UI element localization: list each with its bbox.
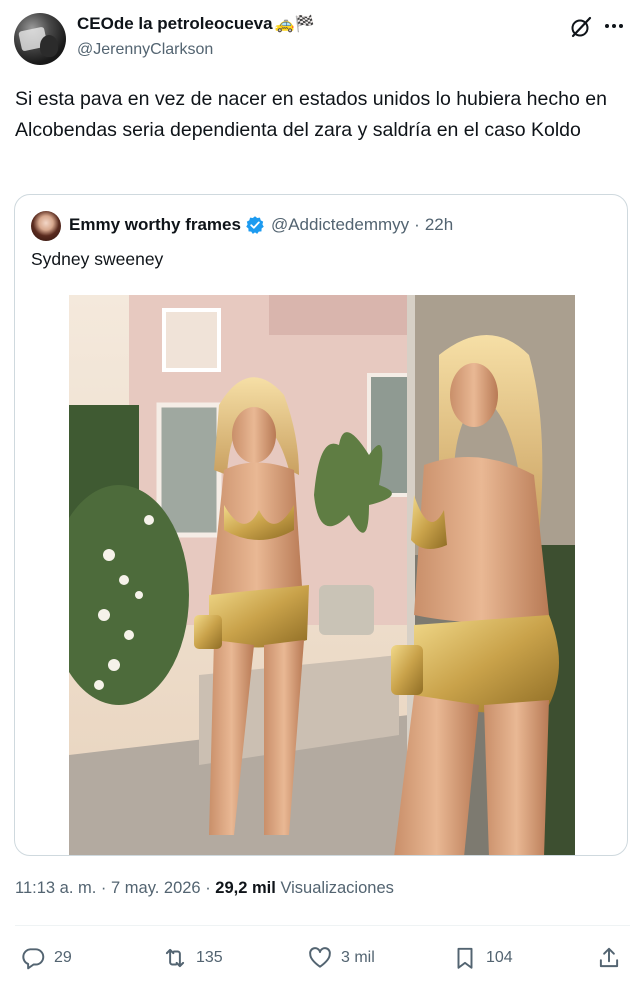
tweet-text: Si esta pava en vez de nacer en estados … (15, 88, 607, 141)
repost-count: 135 (196, 949, 223, 966)
quoted-timestamp: 22h (424, 215, 454, 234)
quoted-author-handle: @Addictedemmyy (270, 215, 410, 234)
views-label: Visualizaciones (280, 879, 394, 897)
author-handle[interactable]: @JerennyClarkson (77, 41, 213, 59)
photo-illustration (69, 295, 575, 855)
verified-badge-icon (246, 216, 264, 234)
reply-icon (22, 948, 45, 970)
quoted-separator: · (414, 215, 420, 234)
share-button[interactable] (596, 944, 630, 972)
author-name[interactable]: CEOde la petroleocueva 🚕🏁 (77, 14, 314, 34)
heart-icon (309, 947, 331, 968)
divider (15, 925, 630, 926)
repost-icon (165, 948, 185, 968)
quoted-header: Emmy worthy frames @Addictedemmyy · 22h (69, 215, 453, 235)
bookmark-icon (457, 947, 473, 969)
share-icon (599, 947, 619, 968)
meta-separator: · (100, 879, 107, 897)
quoted-text: Sydney sweeney (31, 249, 164, 269)
quoted-photo[interactable] (69, 295, 575, 855)
quoted-author-avatar (31, 211, 61, 241)
quoted-tweet[interactable]: Emmy worthy frames @Addictedemmyy · 22h … (14, 194, 628, 856)
bookmark-count: 104 (486, 949, 513, 966)
bookmark-button[interactable]: 104 (452, 944, 513, 972)
author-avatar[interactable] (14, 13, 66, 65)
like-count: 3 mil (341, 949, 375, 966)
tweet-meta: 11:13 a. m. · 7 may. 2026 · 29,2 mil Vis… (15, 879, 394, 898)
views-count: 29,2 mil (215, 879, 276, 897)
author-name-text[interactable]: CEOde la petroleocueva (77, 14, 273, 33)
reply-button[interactable]: 29 (20, 944, 72, 972)
reply-count: 29 (54, 949, 72, 966)
tweet-time[interactable]: 11:13 a. m. (15, 879, 96, 897)
author-name-emoji: 🚕🏁 (274, 16, 315, 33)
grok-icon[interactable] (569, 15, 593, 39)
tweet-date[interactable]: 7 may. 2026 (111, 879, 201, 897)
quoted-author-name: Emmy worthy frames (69, 215, 241, 234)
meta-separator: · (205, 879, 211, 897)
more-options-icon[interactable] (605, 24, 623, 30)
like-button[interactable]: 3 mil (307, 944, 375, 972)
repost-button[interactable]: 135 (162, 944, 223, 972)
